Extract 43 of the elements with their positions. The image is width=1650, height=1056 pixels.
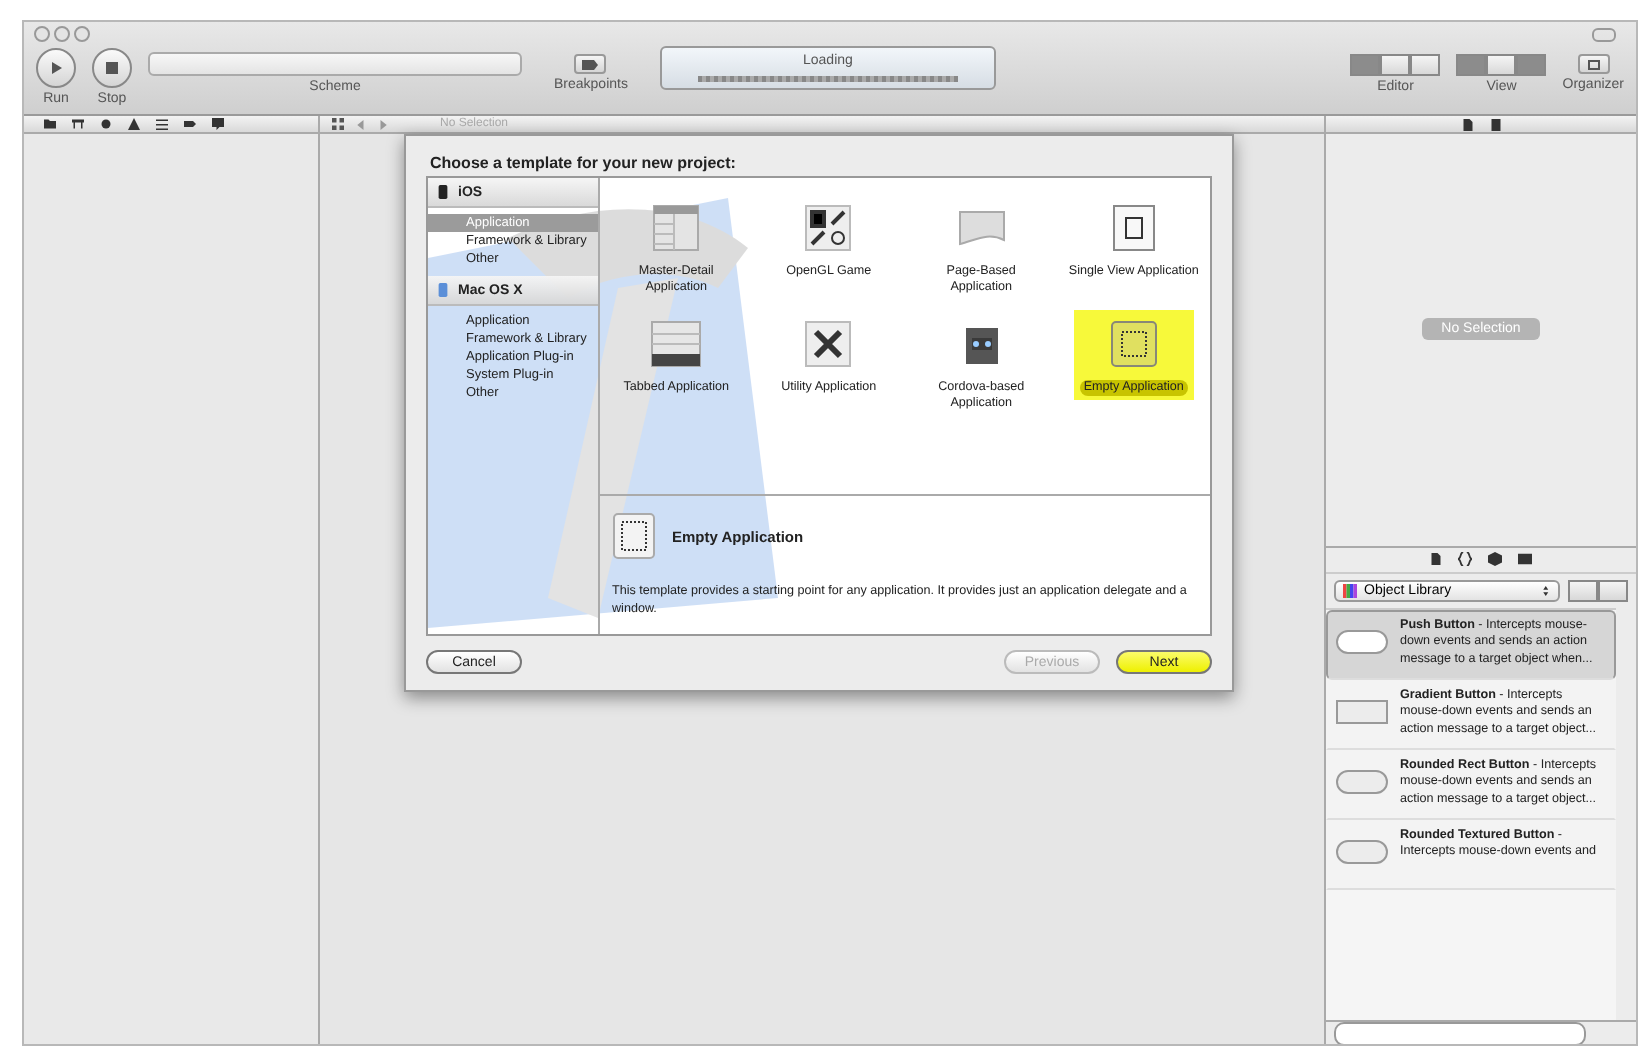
table-layout-icon — [652, 204, 701, 252]
grid-icon — [332, 118, 344, 130]
speech-bubble-icon — [212, 118, 224, 130]
stop-button[interactable] — [92, 48, 132, 88]
stop-icon — [104, 60, 120, 76]
organizer-button[interactable] — [1577, 54, 1610, 74]
button-preview-icon — [1336, 839, 1388, 863]
tab-bar-icon — [650, 320, 703, 368]
grid-view-button[interactable] — [1568, 579, 1598, 601]
scheme-popup[interactable] — [148, 52, 522, 76]
stepper-icon — [1542, 583, 1552, 597]
device-icon — [436, 184, 450, 200]
play-icon — [48, 60, 64, 76]
run-button[interactable] — [36, 48, 76, 88]
inspector-icon — [1489, 117, 1501, 131]
breakpoint-icon — [582, 59, 599, 69]
view-toggle-button[interactable] — [1456, 54, 1487, 76]
empty-frame-icon — [1109, 320, 1158, 368]
list-view-button[interactable] — [1598, 579, 1628, 601]
document-icon — [1461, 117, 1473, 131]
editor-mode-button[interactable] — [1410, 54, 1441, 76]
toolbar-toggle-button[interactable] — [1592, 28, 1616, 42]
filter-field[interactable] — [1334, 1021, 1586, 1044]
breakpoints-button[interactable] — [574, 54, 607, 74]
document-icon — [1430, 552, 1442, 566]
cube-icon — [1488, 552, 1502, 566]
game-pieces-icon — [804, 204, 853, 252]
view-toggle-button[interactable] — [1486, 54, 1517, 76]
button-preview-icon — [1336, 769, 1388, 793]
back-arrow-icon — [356, 119, 366, 129]
forward-arrow-icon — [378, 119, 388, 129]
braces-icon — [1458, 552, 1472, 566]
view-toggle-button[interactable] — [1516, 54, 1547, 76]
list-icon — [156, 118, 168, 130]
single-view-icon — [1111, 204, 1156, 252]
finder-icon — [436, 282, 450, 298]
empty-frame-icon — [612, 512, 656, 560]
editor-mode-button[interactable] — [1380, 54, 1411, 76]
button-preview-icon — [1336, 629, 1388, 653]
window-icon — [1587, 59, 1600, 69]
button-preview-icon — [1336, 699, 1388, 723]
sheet-title: Choose a template for your new project: — [428, 152, 738, 176]
color-swatch-icon — [1342, 583, 1358, 597]
